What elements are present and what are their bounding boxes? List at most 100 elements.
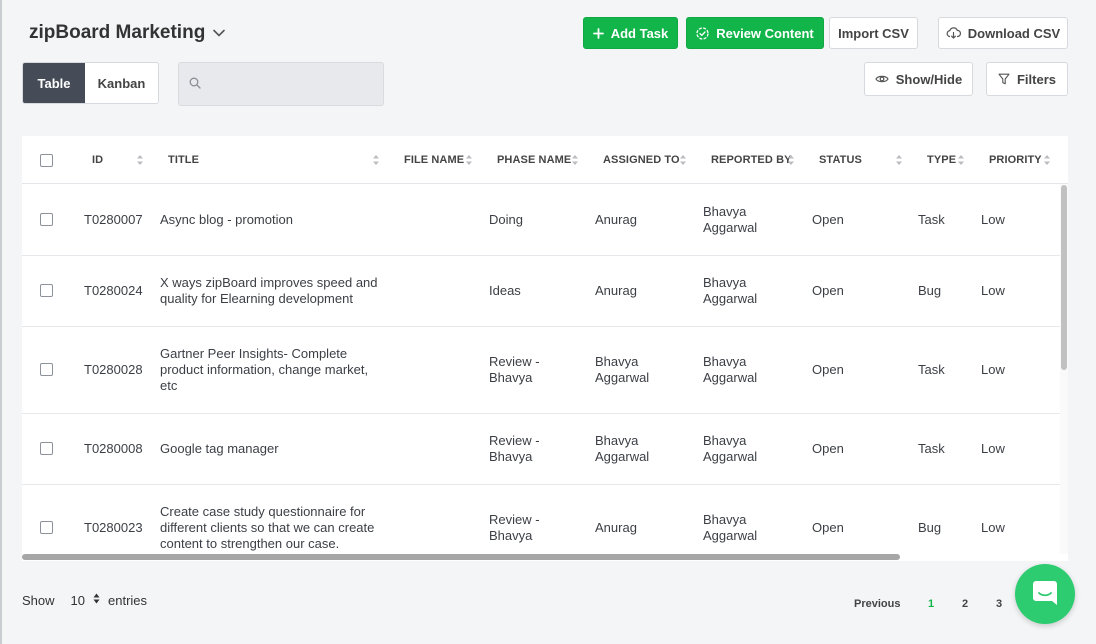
row-checkbox[interactable] [40, 284, 53, 297]
plus-icon [592, 27, 604, 39]
row-checkbox[interactable] [40, 442, 53, 455]
task-id[interactable]: T0280007 [84, 212, 143, 228]
review-content-label: Review Content [716, 25, 814, 41]
task-phase: Review - Bhavya [489, 354, 540, 385]
sort-icon[interactable] [679, 152, 687, 168]
sort-icon[interactable] [372, 152, 380, 168]
column-header-priority[interactable]: PRIORITY [989, 136, 1042, 184]
window-edge [0, 0, 2, 644]
page-3-button[interactable]: 3 [996, 598, 1002, 610]
check-circle-icon [696, 26, 709, 40]
table-header: ID TITLE FILE NAME PHASE NAME ASSIGNED T… [22, 136, 1068, 184]
show-hide-button[interactable]: Show/Hide [864, 62, 973, 96]
column-header-status[interactable]: STATUS [819, 136, 862, 184]
task-phase: Doing [489, 212, 523, 227]
table-row[interactable]: T0280007 Async blog - promotion Doing An… [22, 184, 1060, 256]
search-box [178, 62, 384, 106]
project-title: zipBoard Marketing [29, 22, 206, 43]
download-csv-label: Download CSV [967, 25, 1061, 41]
task-priority: Low [981, 362, 1005, 377]
column-header-assigned-to[interactable]: ASSIGNED TO [603, 136, 680, 184]
table-row[interactable]: T0280008 Google tag manager Review - Bha… [22, 414, 1060, 485]
row-checkbox[interactable] [40, 363, 53, 376]
page-2-button[interactable]: 2 [962, 598, 968, 610]
task-status: Open [812, 212, 844, 227]
task-reported-by: Bhavya Aggarwal [703, 275, 758, 306]
column-header-file-name[interactable]: FILE NAME [404, 136, 464, 184]
task-priority: Low [981, 212, 1005, 227]
column-header-reported-by[interactable]: REPORTED BY [711, 136, 792, 184]
table-view-button[interactable]: Table [23, 63, 85, 103]
import-csv-label: Import CSV [838, 25, 909, 41]
column-header-type[interactable]: TYPE [927, 136, 956, 184]
table-row[interactable]: T0280023 Create case study questionnaire… [22, 485, 1060, 561]
task-priority: Low [981, 441, 1005, 456]
entries-per-page: Show 10 entries [22, 592, 147, 608]
review-content-button[interactable]: Review Content [686, 17, 824, 49]
task-type: Task [918, 441, 945, 456]
task-title[interactable]: Google tag manager [160, 441, 279, 457]
page-1-button[interactable]: 1 [928, 598, 934, 610]
column-header-title[interactable]: TITLE [168, 136, 199, 184]
select-arrows-icon [93, 592, 100, 608]
vertical-scrollbar-thumb[interactable] [1061, 185, 1067, 370]
task-title[interactable]: Create case study questionnaire for diff… [160, 504, 374, 552]
task-priority: Low [981, 283, 1005, 298]
task-assigned-to: Bhavya Aggarwal [595, 354, 650, 385]
kanban-view-button[interactable]: Kanban [85, 63, 158, 103]
task-title[interactable]: Async blog - promotion [160, 212, 293, 228]
entries-value: 10 [70, 592, 85, 608]
show-hide-label: Show/Hide [895, 71, 963, 87]
sort-icon[interactable] [465, 152, 473, 168]
task-id[interactable]: T0280023 [84, 520, 143, 536]
row-checkbox[interactable] [40, 213, 53, 226]
task-assigned-to: Anurag [595, 520, 637, 535]
horizontal-scrollbar-thumb[interactable] [22, 554, 900, 560]
eye-icon [875, 74, 889, 84]
add-task-label: Add Task [610, 25, 669, 41]
row-checkbox[interactable] [40, 521, 53, 534]
select-all-checkbox[interactable] [40, 154, 53, 167]
task-title[interactable]: Gartner Peer Insights- Complete product … [160, 346, 368, 394]
view-toggle: Table Kanban [22, 62, 159, 104]
task-id[interactable]: T0280008 [84, 441, 143, 457]
table-row[interactable]: T0280024 X ways zipBoard improves speed … [22, 256, 1060, 327]
task-reported-by: Bhavya Aggarwal [703, 354, 758, 385]
project-selector[interactable]: zipBoard Marketing [29, 22, 226, 44]
task-status: Open [812, 283, 844, 298]
task-assigned-to: Anurag [595, 212, 637, 227]
sort-icon[interactable] [787, 152, 795, 168]
column-header-id[interactable]: ID [92, 136, 103, 184]
task-assigned-to: Anurag [595, 283, 637, 298]
cloud-download-icon [946, 27, 961, 39]
search-input[interactable] [207, 76, 377, 92]
task-title[interactable]: X ways zipBoard improves speed and quali… [160, 275, 378, 307]
filters-button[interactable]: Filters [986, 62, 1068, 96]
download-csv-button[interactable]: Download CSV [938, 17, 1068, 49]
task-id[interactable]: T0280028 [84, 362, 143, 378]
sort-icon[interactable] [571, 152, 579, 168]
column-header-phase-name[interactable]: PHASE NAME [497, 136, 571, 184]
task-assigned-to: Bhavya Aggarwal [595, 433, 650, 464]
import-csv-button[interactable]: Import CSV [829, 17, 918, 49]
task-phase: Review - Bhavya [489, 512, 540, 543]
entries-select[interactable]: 10 [71, 592, 100, 608]
previous-page-button[interactable]: Previous [854, 598, 900, 610]
table-row[interactable]: T0280028 Gartner Peer Insights- Complete… [22, 327, 1060, 414]
task-reported-by: Bhavya Aggarwal [703, 204, 758, 235]
sort-icon[interactable] [1043, 152, 1051, 168]
sort-icon[interactable] [136, 152, 144, 168]
task-status: Open [812, 362, 844, 377]
filters-label: Filters [1016, 71, 1056, 87]
chat-launcher-button[interactable] [1015, 564, 1075, 624]
sort-icon[interactable] [957, 152, 965, 168]
sort-icon[interactable] [895, 152, 903, 168]
add-task-button[interactable]: Add Task [583, 17, 678, 49]
entries-label: entries [108, 592, 148, 608]
filter-icon [998, 73, 1010, 85]
task-type: Task [918, 212, 945, 227]
task-priority: Low [981, 520, 1005, 535]
task-type: Task [918, 362, 945, 377]
search-icon [189, 77, 201, 92]
task-id[interactable]: T0280024 [84, 283, 143, 299]
